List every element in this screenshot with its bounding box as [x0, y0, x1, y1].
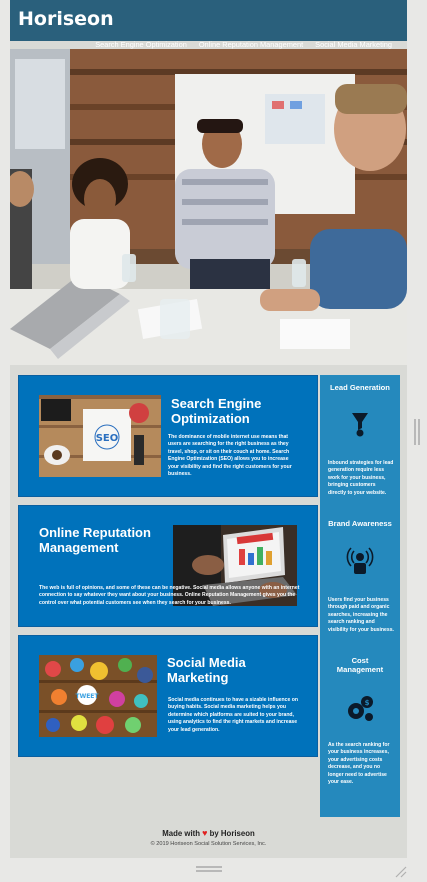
svg-text:$: $ [365, 699, 370, 707]
lead-generation-icon [352, 413, 368, 437]
benefit-cost-heading: Cost Management [336, 656, 384, 675]
horizontal-resize-handle[interactable] [196, 866, 222, 872]
smm-illustration: TWEET [39, 655, 157, 737]
site-footer: Made with ♥ by Horiseon © 2019 Horiseon … [10, 828, 407, 847]
card-orm-text: The web is full of opinions, and some of… [39, 585, 300, 606]
site-logo[interactable]: Horiseon [18, 8, 114, 30]
vertical-resize-handle[interactable] [414, 419, 420, 445]
card-smm: TWEET Social Media Marketing Social medi… [18, 635, 318, 757]
footer-made-with: Made with ♥ by Horiseon [10, 828, 407, 838]
footer-copyright: © 2019 Horiseon Social Solution Services… [150, 841, 267, 847]
card-smm-text: Social media continues to have a sizable… [168, 697, 298, 733]
nav-link-smm[interactable]: Social Media Marketing [315, 40, 392, 49]
footer-made-with-text: Made with [162, 829, 200, 838]
cost-management-icon: $ [348, 696, 373, 721]
benefit-lead-heading: Lead Generation [330, 383, 390, 392]
benefit-lead-text: Inbound strategies for lead generation r… [328, 460, 394, 496]
card-seo: SEO Search Engine Optimization The domin… [18, 375, 318, 497]
seo-illustration: SEO [39, 395, 161, 477]
main-nav: Search Engine Optimization Online Reputa… [95, 40, 392, 49]
page-frame: Horiseon Search Engine Optimization Onli… [10, 0, 407, 858]
nav-link-seo[interactable]: Search Engine Optimization [95, 40, 187, 49]
benefit-brand-text: Users find your business through paid an… [328, 597, 394, 633]
heart-icon: ♥ [202, 828, 208, 838]
card-seo-title: Search Engine Optimization [171, 396, 262, 426]
card-smm-title: Social Media Marketing [167, 655, 246, 685]
resize-corner-icon[interactable] [394, 866, 408, 878]
benefits-sidebar: Lead Generation Inbound strategies for l… [320, 375, 400, 817]
hero-image [10, 49, 407, 365]
nav-link-orm[interactable]: Online Reputation Management [199, 40, 303, 49]
svg-text:TWEET: TWEET [75, 693, 99, 700]
svg-text:SEO: SEO [96, 433, 119, 444]
card-seo-text: The dominance of mobile internet use mea… [168, 434, 292, 477]
brand-awareness-icon [346, 547, 374, 574]
site-header: Horiseon [10, 0, 407, 41]
benefit-cost-text: As the search ranking for your business … [328, 742, 390, 785]
card-orm: Online Reputation Management The web is … [18, 505, 318, 627]
benefit-brand-heading: Brand Awareness [328, 519, 392, 528]
footer-by-text: by Horiseon [209, 829, 255, 838]
card-orm-title: Online Reputation Management [39, 525, 151, 555]
